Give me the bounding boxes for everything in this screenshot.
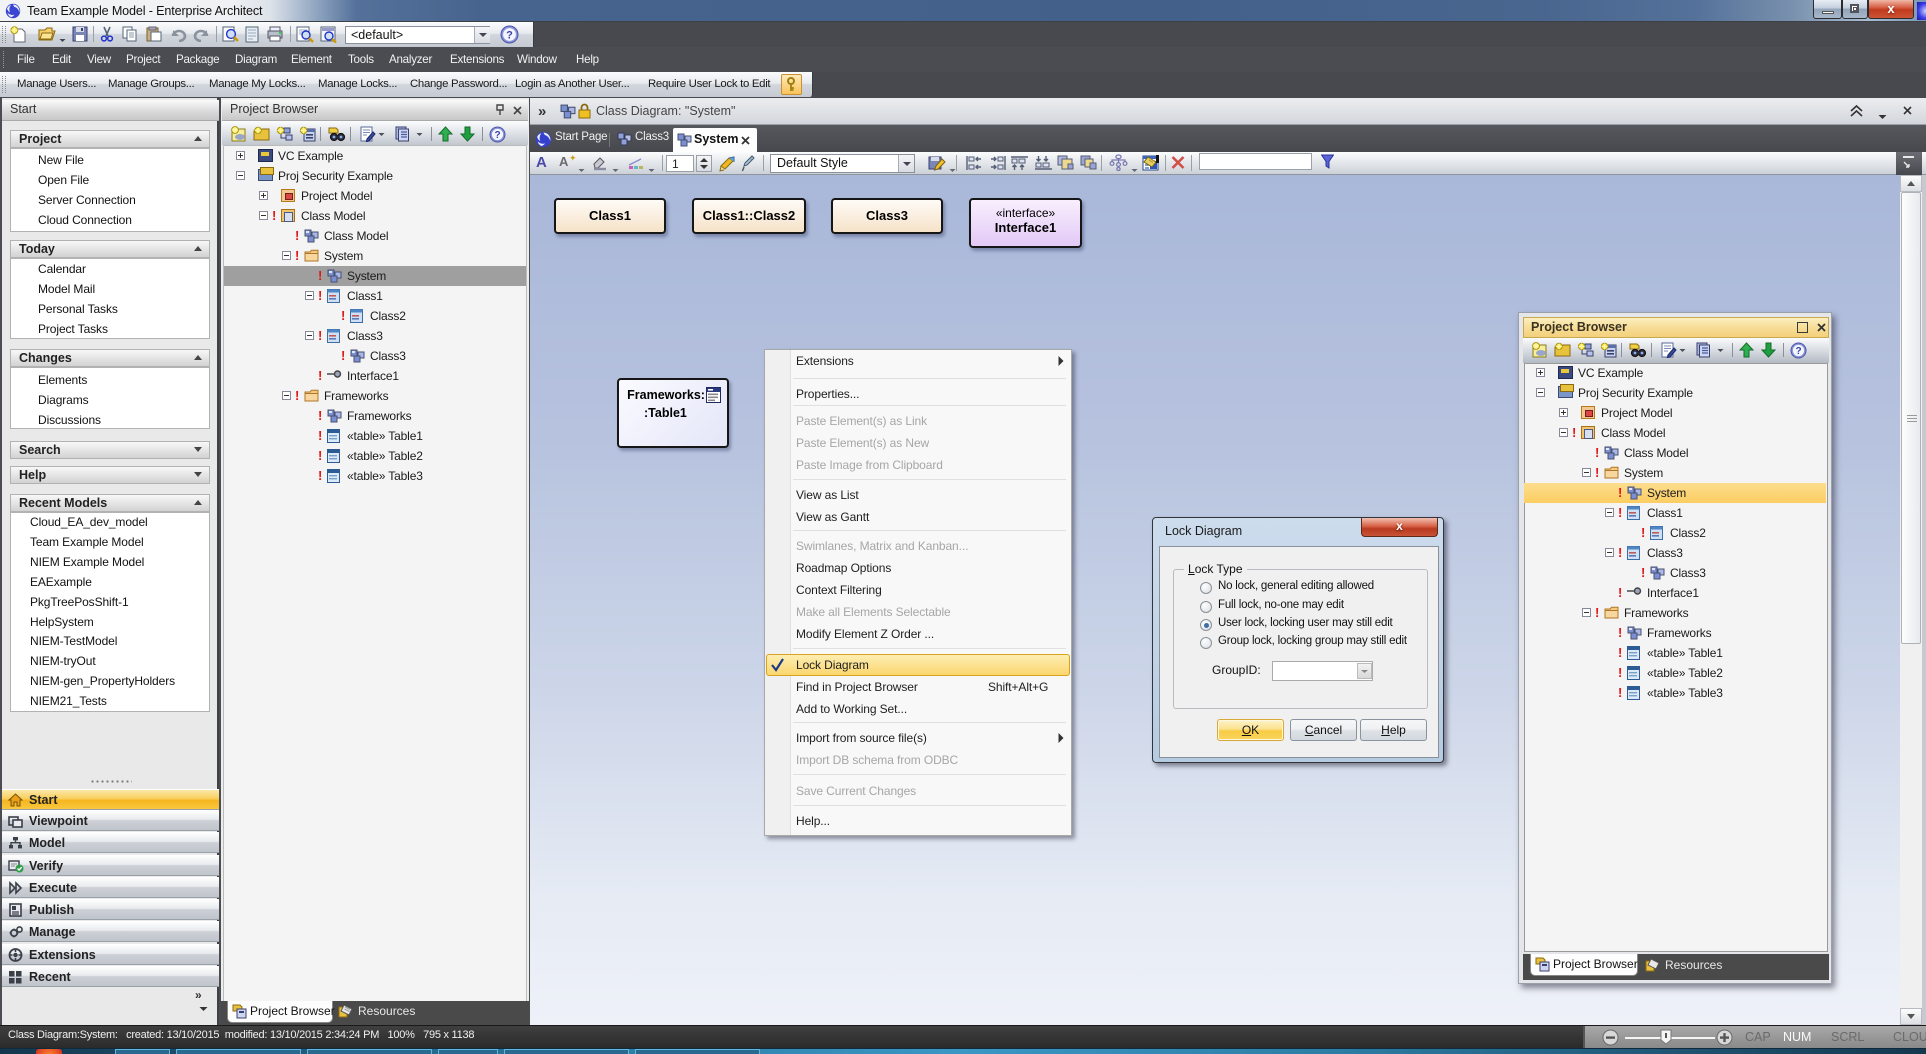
svg-text:?: ?	[494, 130, 500, 141]
svg-text:?: ?	[506, 30, 513, 42]
svg-text:?: ?	[1795, 346, 1801, 357]
